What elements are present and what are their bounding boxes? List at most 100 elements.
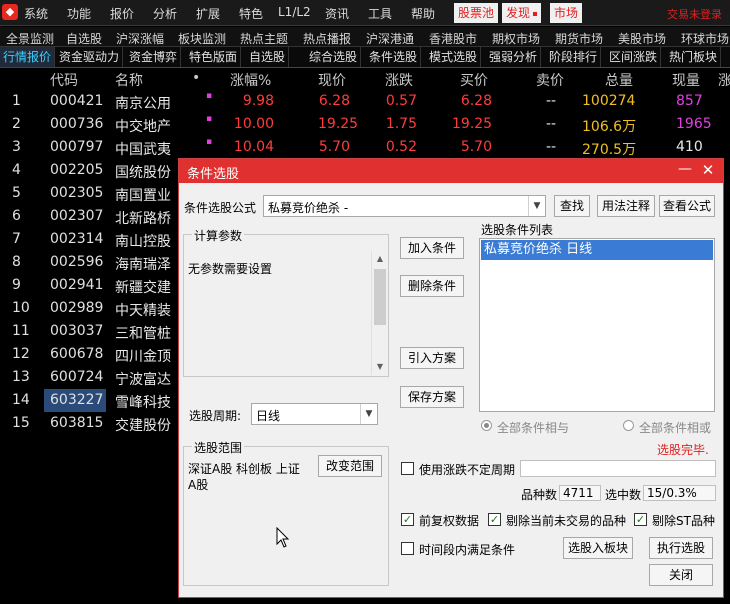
nav-hot-broadcast[interactable]: 热点播报	[303, 30, 351, 47]
row-name: 新疆交建	[115, 280, 171, 296]
close-icon[interactable]: ✕	[699, 162, 717, 180]
chk-uncertain-period-label: 使用涨跌不定周期	[419, 463, 516, 477]
menu-analysis[interactable]: 分析	[153, 5, 177, 22]
col-more[interactable]: 涨	[718, 70, 730, 90]
nav-hot-topics[interactable]: 热点主题	[240, 30, 288, 47]
col-change[interactable]: 涨跌	[385, 70, 413, 90]
save-plan-button[interactable]: 保存方案	[400, 386, 464, 408]
nav-hs-gainers[interactable]: 沪深涨幅	[116, 30, 164, 47]
chk-exclude-nontrade[interactable]: ✓	[488, 513, 501, 526]
tab-condition-pick[interactable]: 条件选股	[366, 47, 422, 67]
nav-us-stocks[interactable]: 美股市场	[618, 30, 666, 47]
nav-block-monitor[interactable]: 板块监测	[178, 30, 226, 47]
row-index: 3	[12, 139, 21, 155]
table-row[interactable]: 1 000421 南京公用 ▪ 9.98 6.28 0.57 6.28 -- 100274 857	[0, 90, 730, 113]
menu-tools[interactable]: 工具	[368, 5, 392, 22]
col-price[interactable]: 现价	[318, 70, 346, 90]
scroll-down-icon[interactable]: ▼	[372, 359, 388, 375]
pick-to-block-button[interactable]: 选股入板块	[563, 537, 633, 559]
chevron-down-icon[interactable]: ▼	[528, 196, 545, 216]
chk-forward-adjust[interactable]: ✓	[401, 513, 414, 526]
row-index: 9	[12, 277, 21, 293]
tab-pattern-pick[interactable]: 模式选股	[426, 47, 482, 67]
chevron-down-icon[interactable]: ▼	[360, 404, 377, 424]
nav-watchlist[interactable]: 自选股	[66, 30, 102, 47]
market-button[interactable]: 市场	[550, 3, 583, 23]
formula-select[interactable]: 私募竞价绝杀 - ▼	[263, 195, 546, 217]
row-pct: 9.98	[242, 93, 274, 109]
nav-options[interactable]: 期权市场	[492, 30, 540, 47]
col-ask[interactable]: 卖价	[536, 70, 564, 90]
period-select[interactable]: 日线 ▼	[251, 403, 378, 425]
menu-news[interactable]: 资讯	[325, 5, 349, 22]
table-row[interactable]: 2 000736 中交地产 ▪ 10.00 19.25 1.75 19.25 -- 106.6万 1…	[0, 113, 730, 136]
params-scrollbar[interactable]: ▲ ▼	[371, 251, 387, 375]
change-range-button[interactable]: 改变范围	[318, 455, 382, 477]
tab-stage-rank[interactable]: 阶段排行	[546, 47, 602, 67]
row-name: 中天精装	[115, 303, 171, 319]
tab-combined-pick[interactable]: 综合选股	[306, 47, 362, 67]
menu-l1l2[interactable]: L1/L2	[278, 5, 311, 19]
load-plan-button[interactable]: 引入方案	[400, 347, 464, 369]
radio-all-or[interactable]	[623, 420, 634, 431]
app-logo-icon[interactable]: ◆	[2, 4, 18, 20]
col-bid[interactable]: 买价	[460, 70, 488, 90]
tab-quotes[interactable]: 行情报价	[0, 47, 56, 67]
nav-hk-connect[interactable]: 沪深港通	[366, 30, 414, 47]
table-row[interactable]: 3 000797 中国武夷 ▪ 10.04 5.70 0.52 5.70 -- 270.5万 410	[0, 136, 730, 159]
dialog-titlebar[interactable]: 条件选股 — ✕	[179, 159, 723, 183]
row-index: 5	[12, 185, 21, 201]
row-volume: 106.6万	[582, 119, 637, 135]
tab-hot-blocks[interactable]: 热门板块	[666, 47, 722, 67]
chk-time-period[interactable]	[401, 542, 414, 555]
delete-condition-button[interactable]: 删除条件	[400, 275, 464, 297]
row-index: 6	[12, 208, 21, 224]
usage-notes-button[interactable]: 用法注释	[597, 195, 655, 217]
stock-pool-button[interactable]: 股票池	[454, 3, 499, 23]
menu-function[interactable]: 功能	[67, 5, 91, 22]
run-pick-button[interactable]: 执行选股	[649, 537, 713, 559]
tab-range-change[interactable]: 区间涨跌	[606, 47, 662, 67]
login-status[interactable]: 交易未登录	[667, 6, 722, 22]
nav-futures[interactable]: 期货市场	[555, 30, 603, 47]
add-condition-button[interactable]: 加入条件	[400, 237, 464, 259]
col-code[interactable]: 代码	[50, 70, 78, 90]
chk-uncertain-period[interactable]	[401, 462, 414, 475]
list-item[interactable]: 私募竞价绝杀 日线	[481, 240, 713, 260]
tab-fund-game[interactable]: 资金博弈	[126, 47, 182, 67]
menu-feature[interactable]: 特色	[239, 5, 263, 22]
discover-button[interactable]: 发现	[502, 3, 542, 23]
menu-extend[interactable]: 扩展	[196, 5, 220, 22]
col-pct[interactable]: 涨幅%	[230, 70, 271, 90]
row-name: 北新路桥	[115, 211, 171, 227]
minimize-icon[interactable]: —	[677, 162, 693, 179]
row-price: 6.28	[318, 93, 350, 109]
uncertain-period-input[interactable]	[520, 460, 716, 477]
col-name[interactable]: 名称	[115, 70, 143, 90]
col-mark[interactable]: •	[192, 70, 200, 86]
period-value: 日线	[256, 409, 281, 423]
chk-exclude-st[interactable]: ✓	[634, 513, 647, 526]
scroll-up-icon[interactable]: ▲	[372, 251, 388, 267]
menu-system[interactable]: 系统	[24, 5, 48, 22]
menu-quote[interactable]: 报价	[110, 5, 134, 22]
close-button[interactable]: 关闭	[649, 564, 713, 586]
menu-help[interactable]: 帮助	[411, 5, 435, 22]
tab-fund-driver[interactable]: 资金驱动力	[56, 47, 124, 67]
condition-list[interactable]: 私募竞价绝杀 日线	[479, 238, 715, 412]
nav-hk-stocks[interactable]: 香港股市	[429, 30, 477, 47]
nav-panorama[interactable]: 全景监测	[6, 30, 54, 47]
nav-global[interactable]: 环球市场	[681, 30, 729, 47]
dialog-title: 条件选股	[187, 167, 240, 182]
scroll-thumb[interactable]	[374, 269, 386, 325]
view-formula-button[interactable]: 查看公式	[659, 195, 715, 217]
col-cur-volume[interactable]: 现量	[672, 70, 700, 90]
tab-strength[interactable]: 强弱分析	[486, 47, 542, 67]
view-tabs: 行情报价 资金驱动力 资金博弈 特色版面 自选股 综合选股 条件选股 模式选股 …	[0, 47, 730, 68]
row-code: 000797	[50, 139, 104, 155]
tab-feature-layout[interactable]: 特色版面	[186, 47, 242, 67]
tab-watchlist[interactable]: 自选股	[246, 47, 290, 67]
col-volume[interactable]: 总量	[605, 70, 633, 90]
find-button[interactable]: 查找	[554, 195, 590, 217]
radio-all-and[interactable]	[481, 420, 492, 431]
